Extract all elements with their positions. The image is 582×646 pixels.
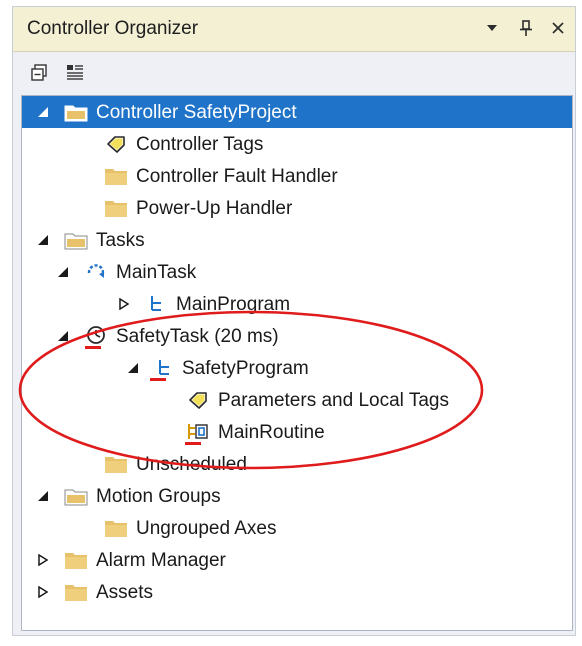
chevron-down-icon[interactable] [481,17,503,39]
program-icon [152,357,176,379]
safety-marker [185,442,201,445]
tree-item-label: Controller Tags [136,134,264,155]
tree-item-label: Alarm Manager [96,550,226,571]
controller-folder-icon [64,101,88,123]
tree-item-label: Controller SafetyProject [96,102,297,123]
folder-icon [64,549,88,571]
periodic-task-clock-icon [84,325,108,347]
tree-item-label: SafetyTask (20 ms) [116,326,279,347]
folder-icon [104,165,128,187]
tree-item-label: Motion Groups [96,486,221,507]
tree-item-label: MainTask [116,262,197,283]
organizer-toolbar [13,52,575,92]
tree-item-main-task[interactable]: MainTask [22,256,572,288]
program-icon [144,293,168,315]
collapse-all-icon[interactable] [27,61,51,85]
tree-item-power-up-handler[interactable]: Power-Up Handler [22,192,572,224]
expanded-arrow-icon[interactable] [35,104,51,120]
expanded-arrow-icon[interactable] [35,488,51,504]
ladder-routine-icon [186,421,210,443]
tree-item-main-routine[interactable]: MainRoutine [22,416,572,448]
tree-item-controller[interactable]: Controller SafetyProject [22,96,572,128]
expanded-arrow-icon[interactable] [125,360,141,376]
continuous-task-icon [84,261,108,283]
expanded-arrow-icon[interactable] [55,328,71,344]
project-tree: Controller SafetyProject Controller Tags… [21,95,573,631]
tag-icon [186,389,210,411]
open-folder-icon [64,229,88,251]
tree-item-label: Ungrouped Axes [136,518,277,539]
controller-organizer-panel: Controller Organizer Controller SafetyPr… [12,6,576,636]
tree-item-unscheduled[interactable]: Unscheduled [22,448,572,480]
folder-icon [64,581,88,603]
folder-icon [104,197,128,219]
expanded-arrow-icon[interactable] [55,264,71,280]
panel-titlebar: Controller Organizer [13,7,575,52]
collapsed-arrow-icon[interactable] [35,552,51,568]
tree-item-parameters-local-tags[interactable]: Parameters and Local Tags [22,384,572,416]
expanded-arrow-icon[interactable] [35,232,51,248]
tree-item-safety-task[interactable]: SafetyTask (20 ms) [22,320,572,352]
folder-icon [104,453,128,475]
tree-item-label: MainProgram [176,294,291,315]
safety-marker [85,346,101,349]
tree-item-assets[interactable]: Assets [22,576,572,608]
tree-item-label: MainRoutine [218,422,325,443]
close-icon[interactable] [547,17,569,39]
tree-item-label: Parameters and Local Tags [218,390,449,411]
tree-item-label: SafetyProgram [182,358,309,379]
tree-item-motion-groups[interactable]: Motion Groups [22,480,572,512]
pin-icon[interactable] [515,17,537,39]
tree-item-safety-program[interactable]: SafetyProgram [22,352,572,384]
tree-item-tasks[interactable]: Tasks [22,224,572,256]
tree-item-label: Controller Fault Handler [136,166,338,187]
tree-item-controller-tags[interactable]: Controller Tags [22,128,572,160]
tree-item-main-program[interactable]: MainProgram [22,288,572,320]
panel-title: Controller Organizer [27,18,199,39]
safety-marker [150,378,166,381]
tree-item-label: Unscheduled [136,454,247,475]
open-folder-icon [64,485,88,507]
tree-item-controller-fault-handler[interactable]: Controller Fault Handler [22,160,572,192]
tree-item-ungrouped-axes[interactable]: Ungrouped Axes [22,512,572,544]
tree-item-label: Assets [96,582,154,603]
properties-icon[interactable] [63,61,87,85]
collapsed-arrow-icon[interactable] [35,584,51,600]
collapsed-arrow-icon[interactable] [116,296,132,312]
tree-item-label: Power-Up Handler [136,198,293,219]
folder-icon [104,517,128,539]
tree-item-label: Tasks [96,230,145,251]
tag-icon [104,133,128,155]
tree-item-alarm-manager[interactable]: Alarm Manager [22,544,572,576]
